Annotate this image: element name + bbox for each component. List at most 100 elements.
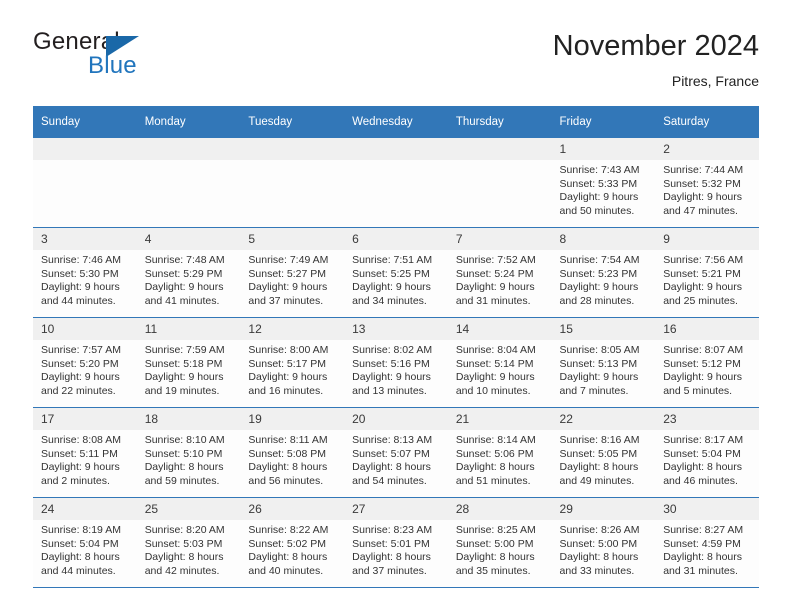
day-sun-info: Sunrise: 8:20 AM Sunset: 5:03 PM Daylight:…: [137, 520, 241, 578]
day-sun-info: Sunrise: 8:26 AM Sunset: 5:00 PM Daylight:…: [552, 520, 656, 578]
sunrise-time: Sunrise: 8:16 AM: [559, 434, 640, 446]
day-number: 3: [33, 228, 137, 250]
day-sun-info: Sunrise: 7:44 AM Sunset: 5:32 PM Daylight:…: [655, 160, 759, 218]
day-number: 20: [344, 408, 448, 430]
day-sun-info: Sunrise: 8:07 AM Sunset: 5:12 PM Daylight:…: [655, 340, 759, 398]
calendar-day-cell[interactable]: 12 Sunrise: 8:00 AM Sunset: 5:17 PM Dayligh…: [240, 317, 345, 408]
daylight-duration-line1: Daylight: 8 hours: [144, 551, 224, 564]
day-sun-info: Sunrise: 8:14 AM Sunset: 5:06 PM Daylight:…: [448, 430, 552, 488]
calendar-day-cell[interactable]: 26 Sunrise: 8:22 AM Sunset: 5:02 PM Dayligh…: [240, 497, 345, 588]
calendar-day-cell[interactable]: 20 Sunrise: 8:13 AM Sunset: 5:07 PM Dayligh…: [344, 407, 448, 498]
calendar-day-cell[interactable]: 7 Sunrise: 7:52 AM Sunset: 5:24 PM Daylight…: [447, 227, 552, 318]
calendar-day-cell[interactable]: 14 Sunrise: 8:04 AM Sunset: 5:14 PM Dayligh…: [447, 317, 552, 408]
calendar-header-row: Sunday Monday Tuesday Wednesday Thursday…: [33, 106, 759, 138]
calendar-day-cell[interactable]: 30 Sunrise: 8:27 AM Sunset: 4:59 PM Dayligh…: [655, 497, 759, 588]
calendar-week-row: 17 Sunrise: 8:08 AM Sunset: 5:11 PM Dayligh…: [33, 407, 759, 498]
sunrise-time: Sunrise: 7:49 AM: [248, 254, 329, 266]
daylight-duration-line1: Daylight: 9 hours: [663, 281, 743, 294]
weekday-header-tuesday: Tuesday: [240, 106, 345, 138]
calendar-day-cell[interactable]: 22 Sunrise: 8:16 AM Sunset: 5:05 PM Dayligh…: [551, 407, 656, 498]
calendar-day-cell: [344, 138, 448, 228]
day-number: 30: [655, 498, 759, 520]
sunrise-time: Sunrise: 8:02 AM: [352, 344, 433, 356]
calendar-day-cell[interactable]: 11 Sunrise: 7:59 AM Sunset: 5:18 PM Dayligh…: [136, 317, 241, 408]
calendar-day-cell[interactable]: 29 Sunrise: 8:26 AM Sunset: 5:00 PM Dayligh…: [551, 497, 656, 588]
day-number: 6: [344, 228, 448, 250]
sunrise-time: Sunrise: 7:59 AM: [144, 344, 225, 356]
day-number: 11: [136, 318, 241, 340]
day-sun-info: Sunrise: 7:43 AM Sunset: 5:33 PM Daylight:…: [552, 160, 656, 218]
daylight-duration-line1: Daylight: 8 hours: [352, 551, 431, 564]
day-number: 19: [240, 408, 345, 430]
day-number: 22: [551, 408, 656, 430]
calendar-day-cell[interactable]: 19 Sunrise: 8:11 AM Sunset: 5:08 PM Dayligh…: [240, 407, 345, 498]
calendar-day-cell[interactable]: 8 Sunrise: 7:54 AM Sunset: 5:23 PM Daylight…: [551, 227, 656, 318]
sunset-time: Sunset: 5:03 PM: [144, 537, 223, 550]
sunrise-time: Sunrise: 8:26 AM: [559, 524, 640, 536]
daylight-duration-line1: Daylight: 9 hours: [144, 371, 224, 384]
daylight-duration-line1: Daylight: 9 hours: [144, 281, 224, 294]
sunset-time: Sunset: 5:33 PM: [559, 177, 638, 190]
calendar-day-cell[interactable]: 3 Sunrise: 7:46 AM Sunset: 5:30 PM Daylight…: [33, 227, 137, 318]
day-number: 9: [655, 228, 759, 250]
sunset-time: Sunset: 5:02 PM: [248, 537, 327, 550]
day-number: 14: [447, 318, 552, 340]
sunrise-time: Sunrise: 8:07 AM: [663, 344, 744, 356]
sunset-time: Sunset: 5:07 PM: [352, 447, 430, 460]
calendar-day-cell[interactable]: 1 Sunrise: 7:43 AM Sunset: 5:33 PM Daylight…: [551, 138, 656, 228]
sunset-time: Sunset: 5:24 PM: [455, 267, 534, 280]
sunrise-time: Sunrise: 8:19 AM: [41, 524, 121, 536]
sunrise-time: Sunrise: 7:48 AM: [144, 254, 225, 266]
daylight-duration-line2: and 5 minutes.: [663, 384, 733, 397]
day-number: [136, 138, 241, 160]
day-number: 17: [33, 408, 137, 430]
calendar-day-cell[interactable]: 15 Sunrise: 8:05 AM Sunset: 5:13 PM Dayligh…: [551, 317, 656, 408]
calendar-day-cell[interactable]: 10 Sunrise: 7:57 AM Sunset: 5:20 PM Dayligh…: [33, 317, 137, 408]
brand-logo[interactable]: General Blue: [33, 28, 263, 90]
sunset-time: Sunset: 5:30 PM: [41, 267, 119, 280]
calendar-day-cell[interactable]: 28 Sunrise: 8:25 AM Sunset: 5:00 PM Dayligh…: [447, 497, 552, 588]
day-sun-info: Sunrise: 7:52 AM Sunset: 5:24 PM Daylight:…: [448, 250, 552, 308]
day-sun-info: Sunrise: 8:13 AM Sunset: 5:07 PM Daylight:…: [344, 430, 448, 488]
sunset-time: Sunset: 5:00 PM: [559, 537, 638, 550]
calendar-day-cell[interactable]: 5 Sunrise: 7:49 AM Sunset: 5:27 PM Daylight…: [240, 227, 345, 318]
calendar-day-cell[interactable]: 4 Sunrise: 7:48 AM Sunset: 5:29 PM Daylight…: [136, 227, 241, 318]
calendar-day-cell: [240, 138, 345, 228]
calendar-day-cell[interactable]: 21 Sunrise: 8:14 AM Sunset: 5:06 PM Dayligh…: [447, 407, 552, 498]
day-sun-info: Sunrise: 8:17 AM Sunset: 5:04 PM Daylight:…: [655, 430, 759, 488]
daylight-duration-line2: and 44 minutes.: [41, 564, 116, 577]
daylight-duration-line1: Daylight: 9 hours: [352, 281, 431, 294]
day-number: 5: [240, 228, 345, 250]
daylight-duration-line1: Daylight: 9 hours: [248, 281, 328, 294]
calendar-day-cell[interactable]: 25 Sunrise: 8:20 AM Sunset: 5:03 PM Dayligh…: [136, 497, 241, 588]
sunrise-time: Sunrise: 8:05 AM: [559, 344, 640, 356]
daylight-duration-line2: and 42 minutes.: [144, 564, 220, 577]
sunrise-time: Sunrise: 8:04 AM: [455, 344, 536, 356]
calendar-day-cell[interactable]: 13 Sunrise: 8:02 AM Sunset: 5:16 PM Dayligh…: [344, 317, 448, 408]
calendar-day-cell[interactable]: 2 Sunrise: 7:44 AM Sunset: 5:32 PM Daylight…: [655, 138, 759, 228]
daylight-duration-line2: and 10 minutes.: [455, 384, 531, 397]
calendar-day-cell[interactable]: 27 Sunrise: 8:23 AM Sunset: 5:01 PM Dayligh…: [344, 497, 448, 588]
sunset-time: Sunset: 5:29 PM: [144, 267, 223, 280]
weekday-header-sunday: Sunday: [33, 106, 137, 138]
day-number: 1: [551, 138, 656, 160]
calendar-day-cell[interactable]: 6 Sunrise: 7:51 AM Sunset: 5:25 PM Daylight…: [344, 227, 448, 318]
calendar-day-cell[interactable]: 23 Sunrise: 8:17 AM Sunset: 5:04 PM Dayligh…: [655, 407, 759, 498]
daylight-duration-line2: and 2 minutes.: [41, 474, 110, 487]
calendar-day-cell[interactable]: 16 Sunrise: 8:07 AM Sunset: 5:12 PM Dayligh…: [655, 317, 759, 408]
weekday-header-friday: Friday: [551, 106, 656, 138]
day-sun-info: Sunrise: 7:51 AM Sunset: 5:25 PM Daylight:…: [344, 250, 448, 308]
calendar-day-cell[interactable]: 24 Sunrise: 8:19 AM Sunset: 5:04 PM Dayligh…: [33, 497, 137, 588]
daylight-duration-line2: and 47 minutes.: [663, 204, 738, 217]
daylight-duration-line1: Daylight: 9 hours: [455, 281, 535, 294]
calendar-day-cell[interactable]: 9 Sunrise: 7:56 AM Sunset: 5:21 PM Daylight…: [655, 227, 759, 318]
day-number: 15: [551, 318, 656, 340]
daylight-duration-line1: Daylight: 9 hours: [559, 191, 639, 204]
sunset-time: Sunset: 5:08 PM: [248, 447, 327, 460]
sunrise-time: Sunrise: 8:13 AM: [352, 434, 433, 446]
daylight-duration-line1: Daylight: 9 hours: [455, 371, 535, 384]
sunset-time: Sunset: 5:10 PM: [144, 447, 223, 460]
calendar-day-cell[interactable]: 17 Sunrise: 8:08 AM Sunset: 5:11 PM Dayligh…: [33, 407, 137, 498]
calendar-week-row: 10 Sunrise: 7:57 AM Sunset: 5:20 PM Dayligh…: [33, 317, 759, 408]
calendar-day-cell[interactable]: 18 Sunrise: 8:10 AM Sunset: 5:10 PM Dayligh…: [136, 407, 241, 498]
